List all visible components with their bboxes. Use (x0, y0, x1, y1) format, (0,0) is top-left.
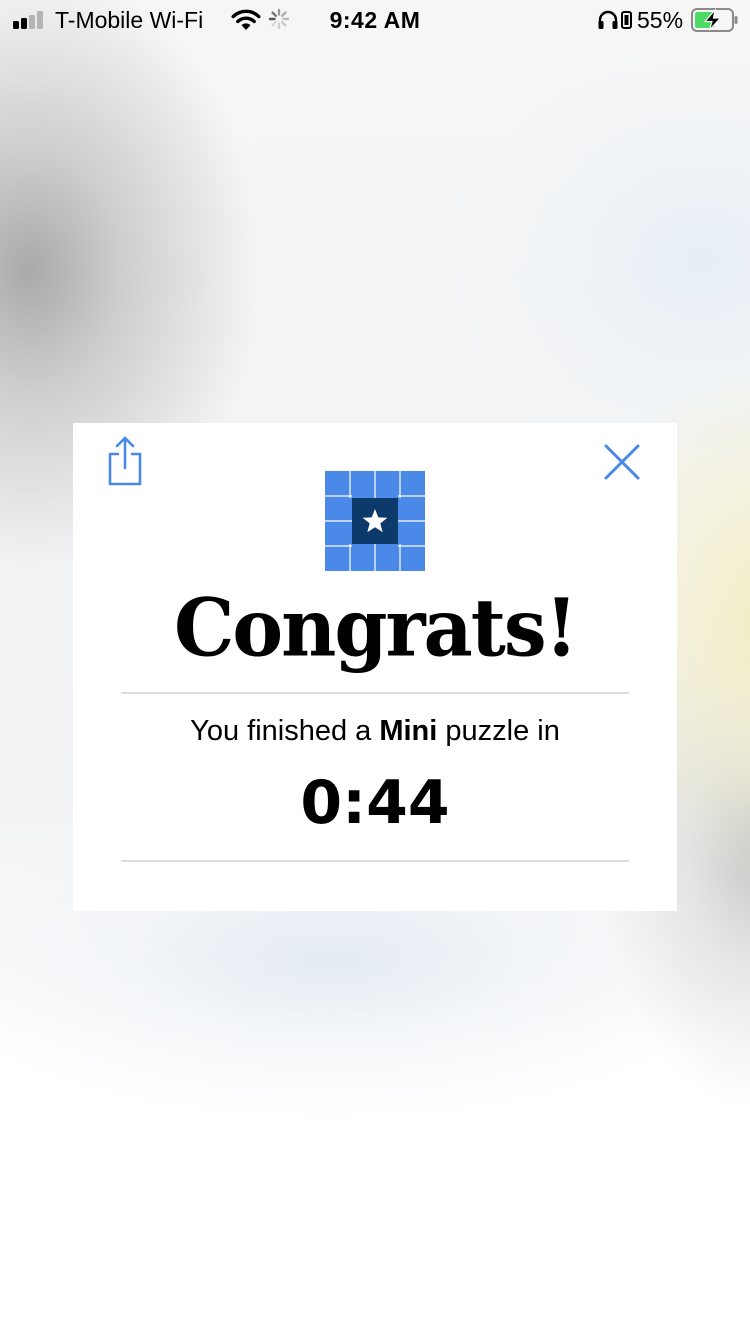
share-icon (108, 436, 142, 486)
battery-charging-icon (691, 8, 738, 32)
headphones-icon (598, 10, 618, 29)
congrats-title: Congrats! (173, 580, 578, 675)
completion-message: You finished a Mini puzzle in (73, 715, 677, 748)
close-icon (604, 444, 640, 480)
battery-percentage: 55% (637, 7, 684, 33)
bottom-divider (121, 860, 629, 862)
message-prefix: You finished a (190, 715, 380, 747)
puzzle-type: Mini (379, 715, 438, 747)
close-button[interactable] (603, 443, 641, 481)
orientation-lock-icon (621, 11, 632, 29)
congrats-modal: Congrats! You finished a Mini puzzle in … (73, 423, 677, 911)
message-suffix: puzzle in (437, 715, 560, 747)
top-divider (121, 692, 629, 694)
completion-time: 0:44 (300, 768, 450, 838)
status-bar: T-Mobile Wi-Fi 9:42 AM 55% (0, 0, 750, 40)
mini-crossword-star-icon (325, 471, 425, 571)
share-button[interactable] (105, 436, 145, 486)
